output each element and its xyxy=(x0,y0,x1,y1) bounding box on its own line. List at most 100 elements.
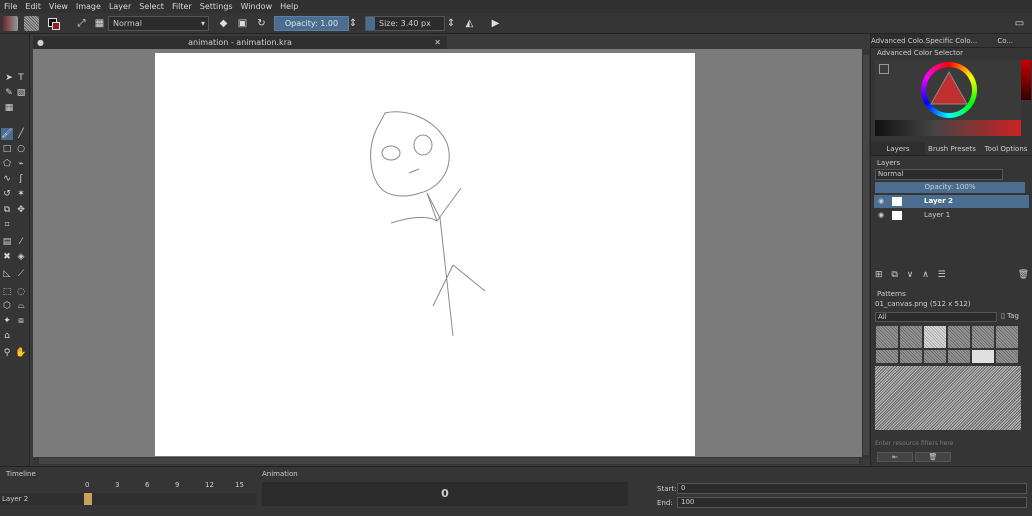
brush-preset-icon[interactable] xyxy=(3,16,18,31)
select-shapes-icon[interactable]: ➤ xyxy=(3,72,15,84)
shade-selector[interactable] xyxy=(875,120,1021,136)
layer-blend-select[interactable]: Normal xyxy=(875,169,1003,180)
patch-icon[interactable]: ▦ xyxy=(3,102,15,114)
fill-tool-icon[interactable]: ◈ xyxy=(15,251,27,263)
tab-color-other[interactable]: Co... xyxy=(978,34,1032,47)
opacity-spin-icon[interactable]: ⇕ xyxy=(349,16,357,31)
ellipse-select-icon[interactable]: ◌ xyxy=(15,286,27,298)
similar-select-icon[interactable]: ⧈ xyxy=(15,315,27,327)
fill-pattern-icon[interactable] xyxy=(24,16,39,31)
tab-specific-color[interactable]: Specific Colo... xyxy=(925,34,979,47)
freehand-brush-icon[interactable]: 🖌 xyxy=(1,128,13,140)
ellipse-tool-icon[interactable]: ○ xyxy=(15,143,27,155)
polygon-select-icon[interactable]: ⬡ xyxy=(1,300,13,312)
menu-file[interactable]: File xyxy=(4,2,17,11)
start-frame-field[interactable]: 0 xyxy=(677,483,1027,494)
tag-button[interactable]: ▯ Tag xyxy=(1001,312,1019,320)
import-resource-button[interactable]: ⇤ xyxy=(877,452,913,462)
size-spin-icon[interactable]: ⇕ xyxy=(447,16,455,31)
pattern-swatch[interactable] xyxy=(876,326,898,348)
polygon-tool-icon[interactable]: ⬠ xyxy=(1,158,13,170)
pattern-swatch[interactable] xyxy=(876,350,898,363)
pattern-swatch[interactable] xyxy=(948,350,970,363)
recent-color-strip[interactable] xyxy=(1021,60,1031,100)
gradient-tool-icon[interactable]: ▤ xyxy=(1,236,13,248)
pattern-swatch[interactable] xyxy=(996,326,1018,348)
menu-layer[interactable]: Layer xyxy=(109,2,131,11)
pattern-swatch[interactable] xyxy=(924,350,946,363)
line-tool-icon[interactable]: ╱ xyxy=(15,128,27,140)
tab-brush-presets[interactable]: Brush Presets xyxy=(925,142,979,155)
menu-view[interactable]: View xyxy=(49,2,68,11)
layer-opacity-slider[interactable]: Opacity: 100% xyxy=(875,182,1025,193)
freehand-select-icon[interactable]: ⌓ xyxy=(15,300,27,312)
calligraphy-icon[interactable]: ▧ xyxy=(15,87,27,99)
menu-filter[interactable]: Filter xyxy=(172,2,192,11)
color-selector-widget[interactable] xyxy=(875,60,1021,136)
bezier-select-icon[interactable]: ⌂ xyxy=(1,330,13,342)
multibrush-icon[interactable]: ✶ xyxy=(15,188,27,200)
text-tool-icon[interactable]: T xyxy=(15,72,27,84)
measure-tool-icon[interactable]: ⟋ xyxy=(15,268,27,280)
menu-edit[interactable]: Edit xyxy=(25,2,41,11)
pattern-swatch[interactable] xyxy=(900,326,922,348)
opacity-slider[interactable]: Opacity: 1.00 xyxy=(274,16,349,31)
duplicate-layer-icon[interactable]: ⧉ xyxy=(891,270,897,280)
delete-layer-icon[interactable]: 🗑 xyxy=(1018,270,1029,280)
rect-select-icon[interactable]: ⬚ xyxy=(1,286,13,298)
pattern-swatch[interactable] xyxy=(948,326,970,348)
move-down-icon[interactable]: ∨ xyxy=(907,270,914,280)
end-frame-field[interactable]: 100 xyxy=(677,497,1027,508)
settings-icon[interactable] xyxy=(879,64,889,74)
delete-resource-button[interactable]: 🗑 xyxy=(915,452,951,462)
contiguous-select-icon[interactable]: ✦ xyxy=(1,315,13,327)
pattern-swatch[interactable] xyxy=(972,326,994,348)
brush-size-slider[interactable]: Size: 3.40 px xyxy=(365,16,445,31)
color-swatch-icon[interactable] xyxy=(46,16,61,31)
edit-shapes-icon[interactable]: ✎ xyxy=(3,87,15,99)
eraser-icon[interactable]: ◆ xyxy=(216,16,231,31)
pattern-swatch[interactable] xyxy=(900,350,922,363)
hue-ring[interactable] xyxy=(921,62,977,118)
color-triangle[interactable] xyxy=(929,70,969,110)
monitor-icon[interactable]: ▭ xyxy=(1012,16,1027,31)
assistant-tool-icon[interactable]: ◺ xyxy=(1,268,13,280)
freehand-path-icon[interactable]: ʃ xyxy=(15,173,27,185)
layer-row[interactable]: ◉ Layer 2 xyxy=(874,195,1029,208)
eye-icon[interactable]: ◉ xyxy=(878,195,884,208)
menu-image[interactable]: Image xyxy=(76,2,101,11)
pan-tool-icon[interactable]: ✋ xyxy=(15,347,27,359)
current-frame-marker[interactable] xyxy=(84,493,92,505)
mirror-vertical-icon[interactable]: ▶ xyxy=(488,16,503,31)
reload-preset-icon[interactable]: ↻ xyxy=(254,16,269,31)
layer-row[interactable]: ◉ Layer 1 xyxy=(874,209,1029,222)
timeline-layer-row[interactable]: Layer 2 xyxy=(0,493,256,505)
tab-layers[interactable]: Layers xyxy=(871,142,925,155)
transform-tool-icon[interactable]: ⧉ xyxy=(1,204,13,216)
dynamic-brush-icon[interactable]: ↺ xyxy=(1,188,13,200)
tab-advanced-color[interactable]: Advanced Colo... xyxy=(871,34,925,47)
resource-filter-input[interactable]: Enter resource filters here xyxy=(875,440,953,447)
alpha-lock-icon[interactable]: ▣ xyxy=(235,16,250,31)
swap-colors-icon[interactable]: ⤢ xyxy=(74,16,89,31)
vertical-scrollbar[interactable] xyxy=(862,49,870,459)
pattern-swatch[interactable] xyxy=(972,350,994,363)
add-layer-icon[interactable]: ⊞ xyxy=(875,270,883,280)
move-tool-icon[interactable]: ✥ xyxy=(15,204,27,216)
properties-icon[interactable]: ☰ xyxy=(938,270,946,280)
menu-select[interactable]: Select xyxy=(139,2,164,11)
blend-mode-select[interactable]: Normal ▾ xyxy=(108,16,209,31)
colorize-mask-icon[interactable]: ✖ xyxy=(1,251,13,263)
menu-settings[interactable]: Settings xyxy=(200,2,233,11)
menu-help[interactable]: Help xyxy=(280,2,298,11)
pattern-swatch[interactable] xyxy=(996,350,1018,363)
tab-tool-options[interactable]: Tool Options xyxy=(979,142,1032,155)
pattern-swatch[interactable] xyxy=(924,326,946,348)
rectangle-tool-icon[interactable]: □ xyxy=(1,143,13,155)
horizontal-scrollbar[interactable] xyxy=(33,457,863,465)
crop-tool-icon[interactable]: ⌗ xyxy=(1,219,13,231)
move-up-icon[interactable]: ∧ xyxy=(922,270,929,280)
mirror-horizontal-icon[interactable]: ◭ xyxy=(462,16,477,31)
close-icon[interactable]: ✕ xyxy=(434,36,441,49)
document-tab[interactable]: ● animation - animation.kra ✕ xyxy=(33,36,447,49)
